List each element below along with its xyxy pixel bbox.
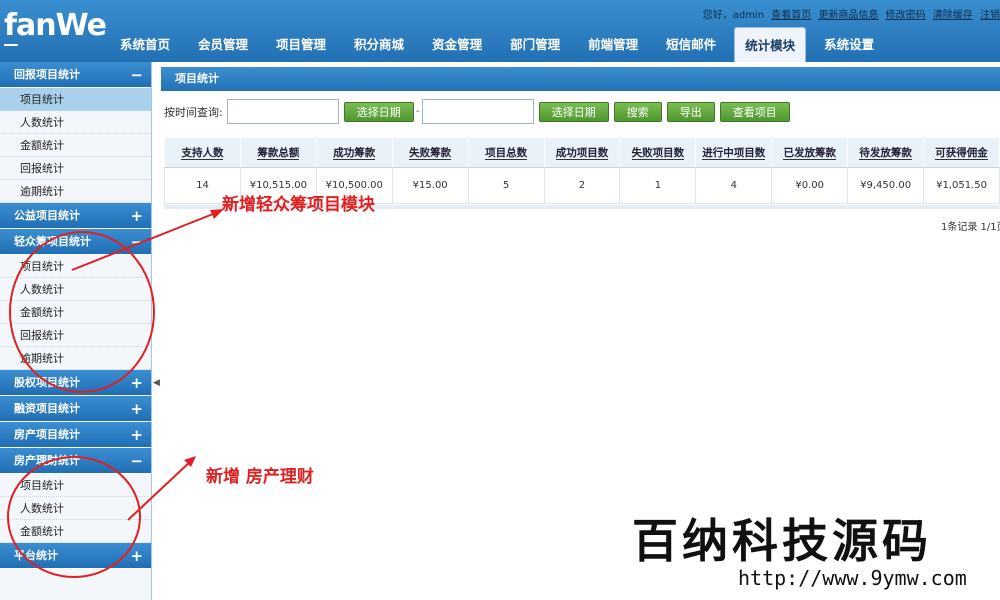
panel-title: 项目统计 [161,67,1000,91]
export-button[interactable]: 导出 [666,101,715,122]
sidebar-group-real-estate-finance[interactable]: 房产理财统计 − [0,448,151,474]
col-success-projects[interactable]: 成功项目数 [543,137,621,168]
pick-start-date-button[interactable]: 选择日期 [343,101,414,122]
view-home-link[interactable]: 查看首页 [771,10,811,21]
sidebar-item-project-stats[interactable]: 项目统计 [0,88,151,111]
table-cell: 5 [467,167,545,204]
col-failed-raised[interactable]: 失败筹款 [391,137,469,168]
table-cell: ¥15.00 [391,167,469,204]
watermark-title: 百纳科技源码 [632,514,932,568]
pick-end-date-button[interactable]: 选择日期 [538,101,609,122]
view-projects-button[interactable]: 查看项目 [719,101,790,122]
greeting-text: 您好，admin [702,10,765,21]
annotation-new-light-crowdfunding: 新增轻众筹项目模块 [222,195,375,215]
date-separator: - [415,106,420,117]
sidebar-group-equity[interactable]: 股权项目统计 + [0,370,151,396]
sidebar-group-financing[interactable]: 融资项目统计 + [0,396,151,422]
sidebar-item-amount-stats[interactable]: 金额统计 [0,134,151,157]
sidebar-group-platform[interactable]: 平台统计 + [0,543,151,569]
pager-info: 1条记录 1/1页 [941,222,1000,233]
col-paid-out[interactable]: 已发放筹款 [771,137,849,168]
sidebar: 回报项目统计 − 项目统计 人数统计 金额统计 回报统计 逾期统计 公益项目统计 +… [0,62,152,600]
search-button[interactable]: 搜索 [613,101,662,122]
collapse-icon[interactable]: − [130,448,143,474]
sidebar-item-amount-stats[interactable]: 金额统计 [0,301,151,324]
table-cell: ¥1,051.50 [923,167,1000,204]
col-pending-payout[interactable]: 待发放筹款 [847,137,925,168]
group-title: 轻众筹项目统计 [14,235,91,248]
nav-members[interactable]: 会员管理 [188,27,258,62]
group-title: 房产理财统计 [14,454,80,467]
top-links: 您好，admin 查看首页 更新商品信息 修改密码 清除缓存 注销 [699,6,1000,21]
table-cell: ¥0.00 [771,167,849,204]
sidebar-item-people-stats[interactable]: 人数统计 [0,497,151,520]
expand-icon[interactable]: + [130,422,143,448]
col-project-total[interactable]: 项目总数 [467,137,545,168]
expand-icon[interactable]: + [130,203,143,229]
sidebar-group-real-estate[interactable]: 房产项目统计 + [0,422,151,448]
sidebar-item-reward-stats[interactable]: 回报统计 [0,157,151,180]
table-cell: 2 [543,167,621,204]
top-header: fanWe 您好，admin 查看首页 更新商品信息 修改密码 清除缓存 注销 … [0,0,1000,62]
sidebar-item-people-stats[interactable]: 人数统计 [0,111,151,134]
time-query-label: 按时间查询: [164,105,223,119]
fanwe-logo[interactable]: fanWe [4,8,107,50]
group-title: 股权项目统计 [14,376,80,389]
annotation-new-real-estate-finance: 新增 房产理财 [206,467,314,487]
nav-home[interactable]: 系统首页 [110,27,180,62]
expand-icon[interactable]: + [130,370,143,396]
nav-frontend[interactable]: 前端管理 [578,27,648,62]
sidebar-collapse-handle-icon[interactable]: ◀ [153,378,160,392]
collapse-icon[interactable]: − [130,62,143,88]
nav-statistics[interactable]: 统计模块 [734,27,807,62]
group-title: 回报项目统计 [14,68,80,81]
group-title: 房产项目统计 [14,428,80,441]
nav-funds[interactable]: 资金管理 [422,27,492,62]
nav-projects[interactable]: 项目管理 [266,27,336,62]
expand-icon[interactable]: + [130,396,143,422]
table-cell: ¥9,450.00 [847,167,925,204]
col-supporters[interactable]: 支持人数 [164,137,241,168]
main-nav: 系统首页 会员管理 项目管理 积分商城 资金管理 部门管理 前端管理 短信邮件 … [110,27,892,62]
nav-sms-email[interactable]: 短信邮件 [656,27,726,62]
table-cell: 1 [619,167,697,204]
expand-icon[interactable]: + [130,543,143,569]
collapse-icon[interactable]: − [130,229,143,255]
sidebar-item-reward-stats[interactable]: 回报统计 [0,324,151,347]
start-date-input[interactable] [226,99,339,124]
sidebar-item-people-stats[interactable]: 人数统计 [0,278,151,301]
group-title: 公益项目统计 [14,209,80,222]
group-title: 平台统计 [14,549,58,562]
sidebar-group-charity[interactable]: 公益项目统计 + [0,203,151,229]
change-password-link[interactable]: 修改密码 [886,10,926,21]
sidebar-item-project-stats[interactable]: 项目统计 [0,255,151,278]
update-goods-link[interactable]: 更新商品信息 [818,10,878,21]
logout-link[interactable]: 注销 [980,10,1000,21]
sidebar-item-overdue-stats[interactable]: 逾期统计 [0,347,151,370]
nav-settings[interactable]: 系统设置 [814,27,884,62]
col-ongoing-projects[interactable]: 进行中项目数 [695,137,773,168]
nav-departments[interactable]: 部门管理 [500,27,570,62]
col-failed-projects[interactable]: 失败项目数 [619,137,697,168]
end-date-input[interactable] [421,99,534,124]
sidebar-item-overdue-stats[interactable]: 逾期统计 [0,180,151,203]
col-commission[interactable]: 可获得佣金 [923,137,1000,168]
watermark-url: http://www.9ymw.com [738,566,967,590]
sidebar-item-project-stats[interactable]: 项目统计 [0,474,151,497]
nav-points-mall[interactable]: 积分商城 [344,27,414,62]
table-header-row: 支持人数 筹款总额 成功筹款 失败筹款 项目总数 成功项目数 失败项目数 进行中… [164,137,1000,168]
col-success-raised[interactable]: 成功筹款 [315,137,393,168]
cart-icon [4,40,18,46]
group-title: 融资项目统计 [14,402,80,415]
sidebar-group-reward[interactable]: 回报项目统计 − [0,62,151,88]
col-total-raised[interactable]: 筹款总额 [239,137,317,168]
sidebar-group-light-crowdfunding[interactable]: 轻众筹项目统计 − [0,229,151,255]
time-filter: 按时间查询: 选择日期 - 选择日期 搜索 导出 查看项目 [164,99,790,124]
table-cell: 4 [695,167,773,204]
logo-text: fanWe [4,8,107,43]
sidebar-item-amount-stats[interactable]: 金额统计 [0,520,151,543]
clear-cache-link[interactable]: 清除缓存 [933,10,973,21]
